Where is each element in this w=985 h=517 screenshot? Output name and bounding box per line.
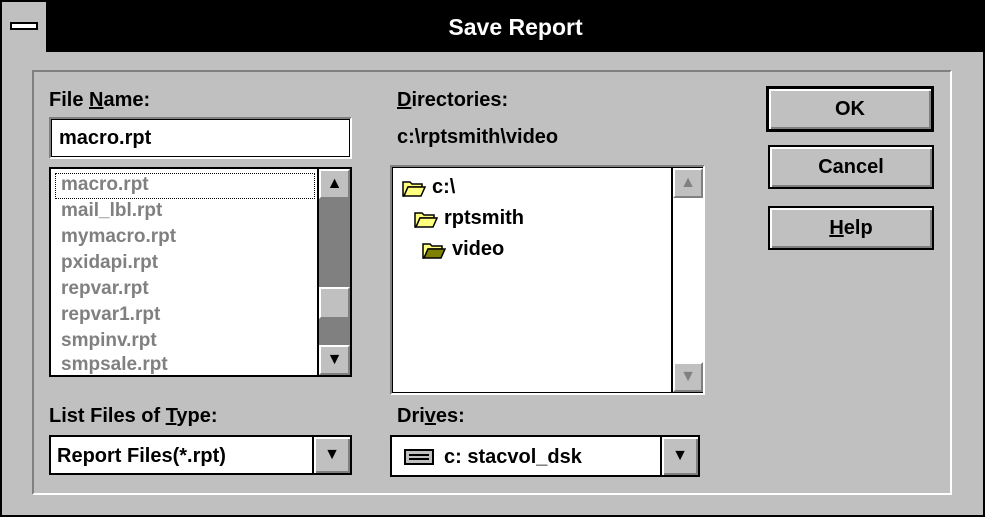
scroll-down-arrow-icon[interactable]: ▼ <box>319 345 350 375</box>
scroll-down-arrow-icon[interactable]: ▼ <box>673 362 703 392</box>
list-item[interactable]: macro.rpt <box>61 174 149 196</box>
title-bar[interactable]: Save Report <box>2 2 983 52</box>
dropdown-arrow-icon[interactable]: ▼ <box>660 437 698 475</box>
directory-tree[interactable]: c:\ rptsmith video ▲ ▼ <box>390 165 705 395</box>
dropdown-arrow-icon[interactable]: ▼ <box>312 437 350 473</box>
system-menu-icon[interactable] <box>2 2 48 52</box>
scroll-up-arrow-icon[interactable]: ▲ <box>673 168 703 198</box>
current-directory-path: c:\rptsmith\video <box>397 126 559 148</box>
cancel-button[interactable]: Cancel <box>768 145 934 189</box>
window-title: Save Report <box>448 14 583 40</box>
file-name-input[interactable]: macro.rpt <box>49 117 352 159</box>
list-item[interactable]: smpinv.rpt <box>61 330 157 352</box>
directory-item[interactable]: c:\ <box>432 176 455 199</box>
file-type-value: Report Files(*.rpt) <box>57 445 226 467</box>
file-type-label: List Files of Type: <box>49 405 218 427</box>
save-report-dialog: Save Report File Name: macro.rpt macro.r… <box>0 0 985 517</box>
ok-button[interactable]: OK <box>766 86 934 132</box>
list-item[interactable]: repvar.rpt <box>61 278 149 300</box>
list-item[interactable]: mail_lbl.rpt <box>61 200 162 222</box>
open-folder-icon <box>402 181 426 197</box>
list-item[interactable]: mymacro.rpt <box>61 226 176 248</box>
drives-label: Drives: <box>397 405 465 427</box>
scroll-thumb[interactable] <box>319 287 350 319</box>
file-name-value: macro.rpt <box>59 127 152 149</box>
directory-item-selected[interactable]: video <box>452 238 504 261</box>
file-list-scrollbar[interactable]: ▲ ▼ <box>317 169 350 375</box>
list-item[interactable]: smpsale.rpt <box>61 354 168 376</box>
drive-value: c: stacvol_dsk <box>444 446 582 468</box>
help-button[interactable]: Help <box>768 206 934 250</box>
scroll-track[interactable] <box>319 199 350 345</box>
open-folder-selected-icon <box>422 243 446 259</box>
directories-label: Directories: <box>397 89 509 111</box>
open-folder-icon <box>414 212 438 228</box>
directory-item[interactable]: rptsmith <box>444 207 524 230</box>
drives-dropdown[interactable]: c: stacvol_dsk ▼ <box>390 435 700 477</box>
directory-scrollbar[interactable]: ▲ ▼ <box>671 168 703 392</box>
scroll-up-arrow-icon[interactable]: ▲ <box>319 169 350 199</box>
list-item[interactable]: pxidapi.rpt <box>61 252 158 274</box>
file-type-dropdown[interactable]: Report Files(*.rpt) ▼ <box>49 435 352 475</box>
file-list[interactable]: macro.rpt mail_lbl.rpt mymacro.rpt pxida… <box>49 167 352 377</box>
file-name-label: File Name: <box>49 89 151 111</box>
list-item[interactable]: repvar1.rpt <box>61 304 160 326</box>
hard-drive-icon <box>404 449 434 465</box>
